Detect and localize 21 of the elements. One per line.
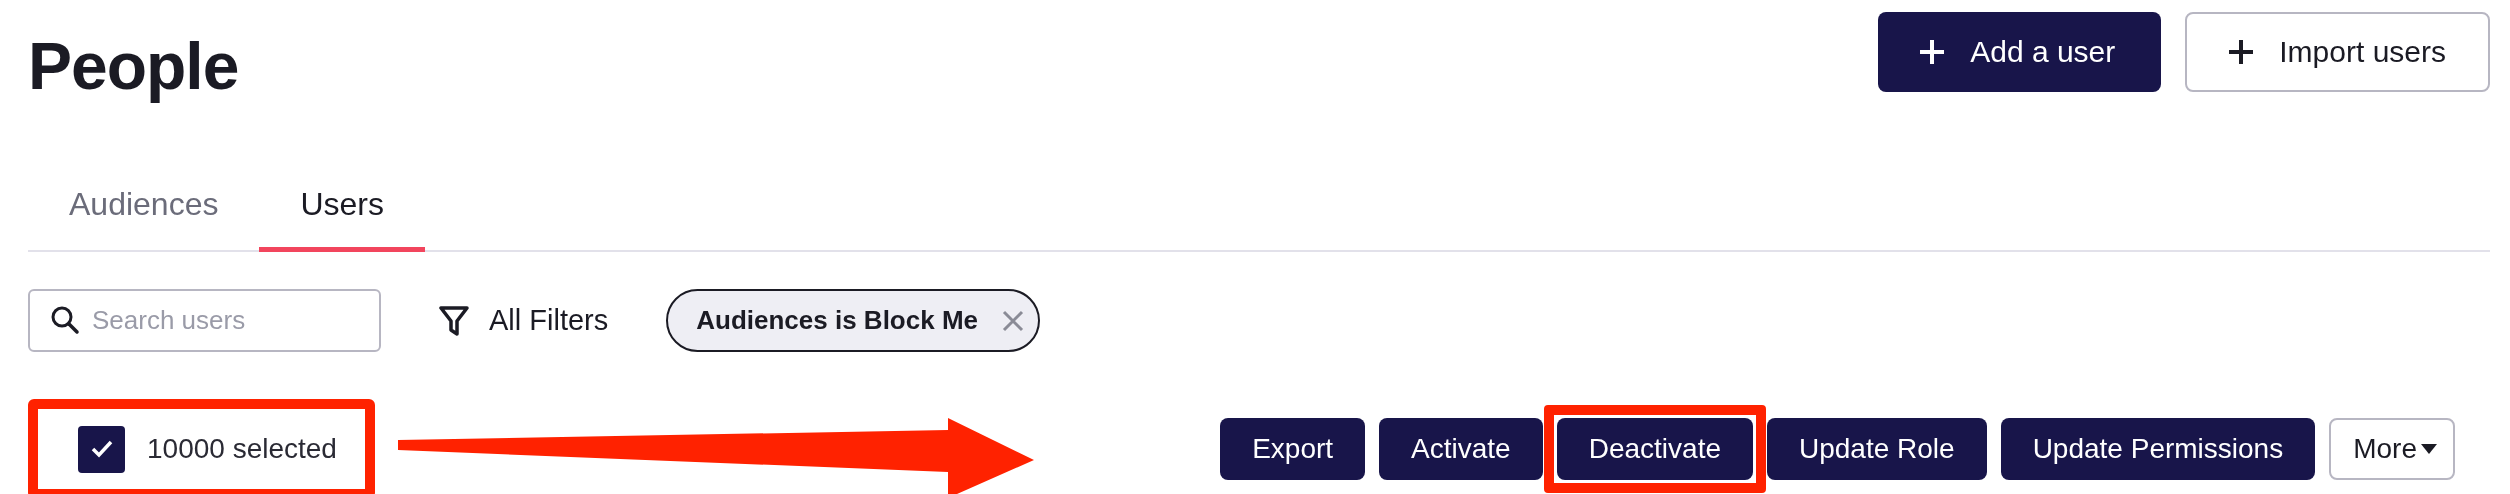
chip-label: Audiences is Block Me <box>696 305 978 336</box>
close-icon[interactable] <box>1002 309 1024 332</box>
page-title: People <box>28 28 239 104</box>
action-button[interactable]: Deactivate <box>1556 418 1753 480</box>
all-filters-button[interactable]: All Filters <box>439 304 609 337</box>
action-button[interactable]: Export <box>1220 418 1366 480</box>
action-button[interactable]: Activate <box>1379 418 1543 480</box>
funnel-icon <box>439 304 469 337</box>
checkbox[interactable] <box>78 425 125 473</box>
tab[interactable]: Audiences <box>28 176 260 252</box>
search-field[interactable]: Search users <box>28 289 381 352</box>
import-users-button[interactable]: Import users <box>2185 12 2490 92</box>
more-menu-button[interactable]: More <box>2329 418 2455 480</box>
action-button[interactable]: Update Permissions <box>2000 418 2316 480</box>
action-button[interactable]: Update Role <box>1767 418 1987 480</box>
add-user-button[interactable]: Add a user <box>1878 12 2162 92</box>
caret-icon <box>2421 444 2437 454</box>
plus-icon <box>2227 38 2256 66</box>
tab[interactable]: Users <box>259 176 425 252</box>
selection-count: 10000 selected <box>147 433 337 465</box>
plus-icon <box>1918 38 1947 66</box>
